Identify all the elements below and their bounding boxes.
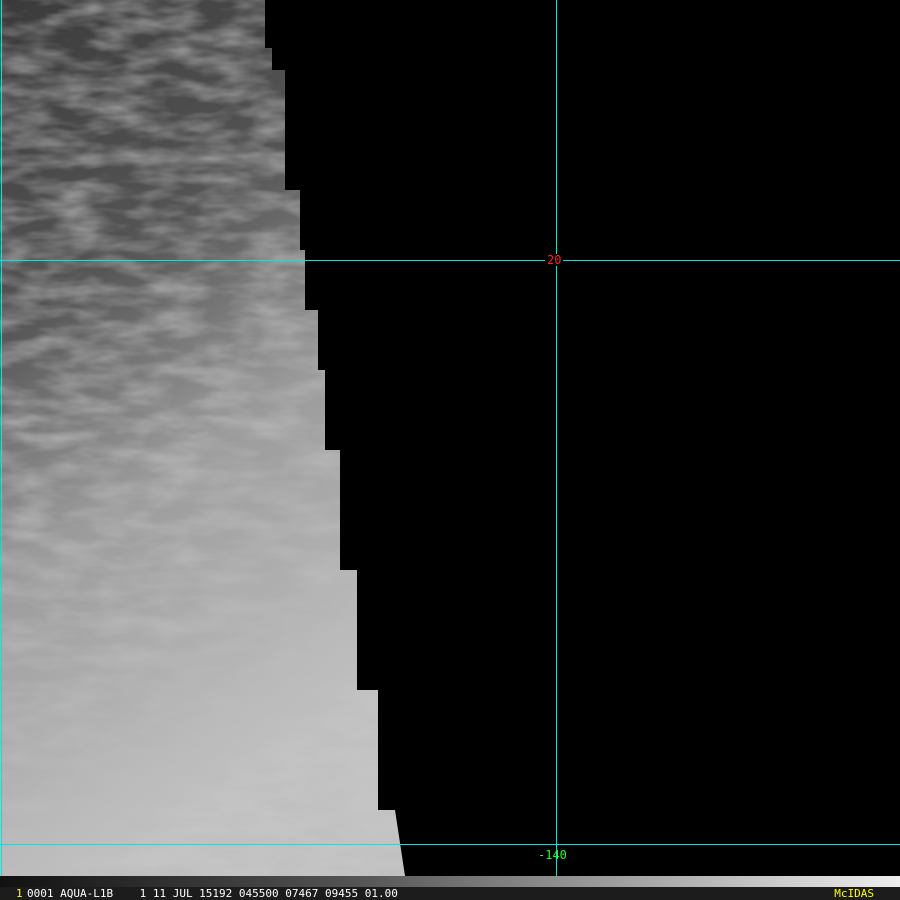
satellite-imagery xyxy=(0,0,900,876)
image-info: 0001 AQUA-L1B 1 11 JUL 15192 045500 0746… xyxy=(27,887,398,900)
cloud-texture xyxy=(0,0,405,876)
satellite-image-viewer: 20 -140 1 0001 AQUA-L1B 1 11 JUL 15192 0… xyxy=(0,0,900,900)
longitude-label: -140 xyxy=(538,848,567,862)
status-bar: 1 0001 AQUA-L1B 1 11 JUL 15192 045500 07… xyxy=(0,887,900,900)
frame-number: 1 xyxy=(16,887,23,900)
mcidas-brand: McIDAS xyxy=(834,887,874,900)
grayscale-colorbar xyxy=(0,876,900,887)
latitude-label: 20 xyxy=(545,253,564,267)
